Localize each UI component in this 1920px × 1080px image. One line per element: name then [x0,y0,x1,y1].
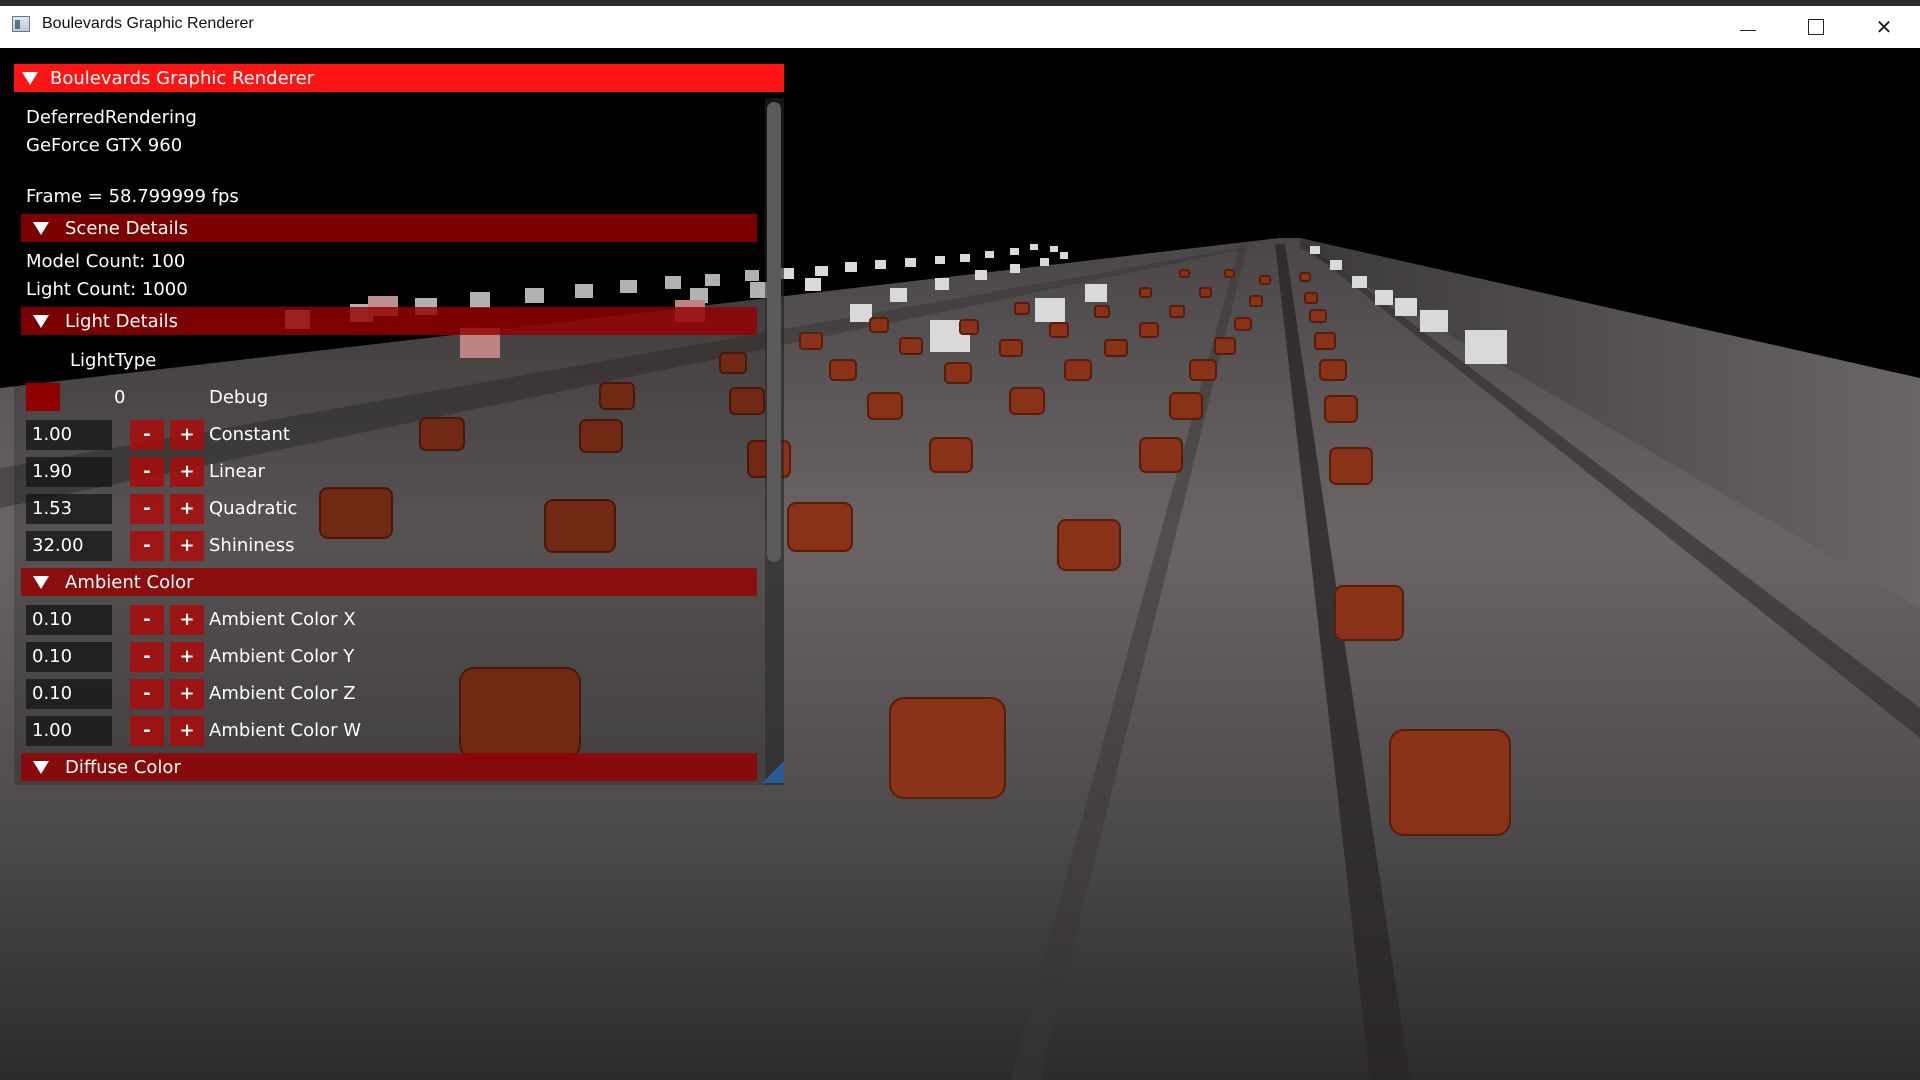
model-count: Model Count: 100 [26,251,186,272]
quadratic-decrement-button[interactable]: - [130,494,164,524]
ambient-w-increment-button[interactable]: + [170,716,204,746]
expand-arrow-icon [33,314,49,328]
ambient-w-label: Ambient Color W [209,720,362,741]
quadratic-increment-button[interactable]: + [170,494,204,524]
expand-arrow-icon [33,221,49,235]
minimize-button[interactable] [1714,6,1782,48]
param-row-ambient-w: 1.00 - + Ambient Color W [26,716,766,746]
ambient-y-label: Ambient Color Y [209,646,355,667]
section-light-details[interactable]: Light Details [21,307,757,335]
renderer-name: DeferredRendering [26,107,197,128]
panel-header[interactable]: Boulevards Graphic Renderer [14,64,784,92]
close-button[interactable]: ✕ [1850,6,1918,48]
debug-color-swatch[interactable] [26,383,60,411]
param-row-constant: 1.00 - + Constant [26,420,766,450]
resize-grip-icon[interactable] [762,761,784,783]
quadratic-input[interactable]: 1.53 [26,494,112,524]
shininess-input[interactable]: 32.00 [26,531,112,561]
app-window-icon [12,16,30,32]
linear-label: Linear [209,461,265,482]
collapse-arrow-icon[interactable] [22,71,38,85]
section-scene-details[interactable]: Scene Details [21,214,757,242]
section-label: Diffuse Color [65,756,181,778]
linear-input[interactable]: 1.90 [26,457,112,487]
param-row-ambient-y: 0.10 - + Ambient Color Y [26,642,766,672]
ambient-w-input[interactable]: 1.00 [26,716,112,746]
expand-arrow-icon [33,575,49,589]
linear-increment-button[interactable]: + [170,457,204,487]
constant-decrement-button[interactable]: - [130,420,164,450]
expand-arrow-icon [33,760,49,774]
param-row-shininess: 32.00 - + Shininess [26,531,766,561]
ambient-y-increment-button[interactable]: + [170,642,204,672]
ambient-x-increment-button[interactable]: + [170,605,204,635]
param-row-ambient-z: 0.10 - + Ambient Color Z [26,679,766,709]
constant-label: Constant [209,424,290,445]
light-type-label: LightType [70,350,157,371]
ambient-z-input[interactable]: 0.10 [26,679,112,709]
param-row-quadratic: 1.53 - + Quadratic [26,494,766,524]
section-diffuse-color[interactable]: Diffuse Color [21,753,757,781]
ambient-x-input[interactable]: 0.10 [26,605,112,635]
light-count: Light Count: 1000 [26,279,188,300]
shininess-decrement-button[interactable]: - [130,531,164,561]
window-title-bar[interactable]: Boulevards Graphic Renderer ✕ [0,0,1920,48]
param-row-ambient-x: 0.10 - + Ambient Color X [26,605,766,635]
window-title: Boulevards Graphic Renderer [42,15,254,32]
constant-increment-button[interactable]: + [170,420,204,450]
frame-rate: Frame = 58.799999 fps [26,186,239,207]
debug-label: Debug [209,387,269,408]
quadratic-label: Quadratic [209,498,298,519]
ambient-x-label: Ambient Color X [209,609,356,630]
ambient-y-decrement-button[interactable]: - [130,642,164,672]
ambient-y-input[interactable]: 0.10 [26,642,112,672]
ambient-z-increment-button[interactable]: + [170,679,204,709]
panel-scrollbar-thumb[interactable] [767,102,781,562]
section-label: Light Details [65,310,179,332]
maximize-button[interactable] [1782,6,1850,48]
shininess-label: Shininess [209,535,295,556]
ambient-z-label: Ambient Color Z [209,683,356,704]
shininess-increment-button[interactable]: + [170,531,204,561]
minimize-icon [1740,29,1756,31]
ambient-w-decrement-button[interactable]: - [130,716,164,746]
linear-decrement-button[interactable]: - [130,457,164,487]
param-row-linear: 1.90 - + Linear [26,457,766,487]
section-label: Ambient Color [65,571,194,593]
close-icon: ✕ [1875,15,1893,39]
panel-title: Boulevards Graphic Renderer [50,67,315,89]
debug-row: 0 Debug [26,383,766,413]
ambient-x-decrement-button[interactable]: - [130,605,164,635]
imgui-panel[interactable]: Boulevards Graphic Renderer DeferredRend… [14,64,784,785]
ambient-z-decrement-button[interactable]: - [130,679,164,709]
debug-value[interactable]: 0 [114,383,125,413]
section-label: Scene Details [65,217,189,239]
section-ambient-color[interactable]: Ambient Color [21,568,757,596]
maximize-icon [1808,19,1824,35]
constant-input[interactable]: 1.00 [26,420,112,450]
gpu-name: GeForce GTX 960 [26,135,183,156]
